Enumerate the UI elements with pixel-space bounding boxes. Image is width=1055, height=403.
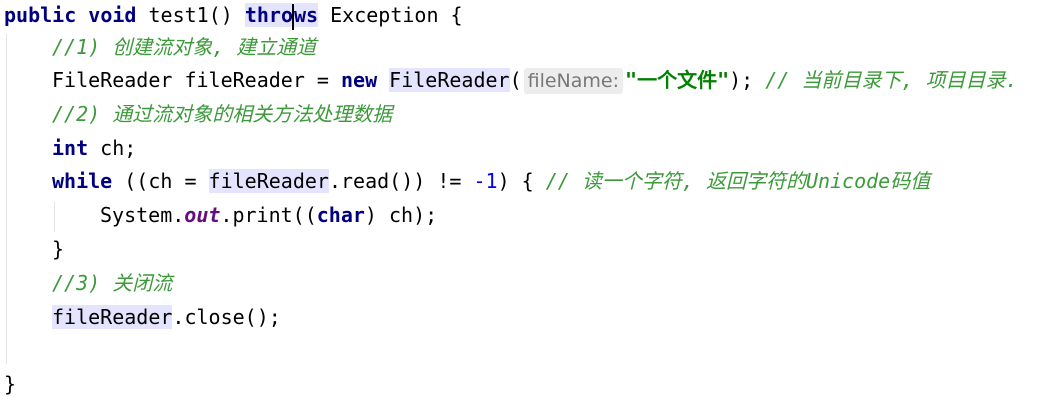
code-text: FileReader fileReader = bbox=[52, 68, 341, 92]
parameter-hint: fileName: bbox=[523, 68, 624, 94]
keyword: char bbox=[316, 203, 365, 227]
class-name-highlighted: FileReader bbox=[389, 68, 510, 92]
keyword: while bbox=[52, 169, 113, 193]
code-text: } bbox=[4, 372, 17, 396]
identifier-highlighted: fileReader bbox=[52, 305, 173, 329]
code-comment: //3) 关闭流 bbox=[52, 271, 173, 295]
keyword-highlighted: thro bbox=[244, 3, 293, 27]
code-editor[interactable]: public void test1() throws Exception { /… bbox=[0, 0, 1055, 401]
number-literal: -1 bbox=[473, 169, 498, 193]
code-text: ((ch = bbox=[112, 169, 209, 193]
code-line-6[interactable]: while ((ch = fileReader.read()) != -1) {… bbox=[52, 166, 930, 200]
code-comment: // 当前目录下, 项目目录. bbox=[765, 68, 1018, 92]
code-text: test1() bbox=[136, 3, 245, 27]
code-line-7[interactable]: System.out.print((char) ch); bbox=[100, 200, 437, 234]
code-line-8[interactable]: } bbox=[52, 234, 64, 268]
code-line-3[interactable]: FileReader fileReader = new FileReader(f… bbox=[52, 65, 1018, 99]
code-text: ) { bbox=[497, 169, 546, 193]
indent-guide-inner bbox=[54, 202, 55, 232]
code-line-5[interactable]: int ch; bbox=[52, 133, 136, 167]
code-text: Exception { bbox=[318, 3, 463, 27]
code-comment: // 读一个字符, 返回字符的Unicode码值 bbox=[545, 169, 931, 193]
code-text: ( bbox=[509, 68, 522, 92]
static-field: out bbox=[184, 203, 221, 227]
code-text: .read()) != bbox=[328, 169, 474, 193]
code-line-4[interactable]: //2) 通过流对象的相关方法处理数据 bbox=[52, 99, 392, 133]
keyword: int bbox=[52, 136, 89, 160]
indent-guide bbox=[6, 34, 7, 364]
code-text: ) ch); bbox=[364, 203, 438, 227]
code-comment: //1) 创建流对象, 建立通道 bbox=[52, 35, 317, 59]
code-text: .print(( bbox=[220, 203, 317, 227]
code-line-9[interactable]: //3) 关闭流 bbox=[52, 268, 172, 302]
code-line-2[interactable]: //1) 创建流对象, 建立通道 bbox=[52, 32, 316, 66]
code-line-10[interactable]: fileReader.close(); bbox=[52, 302, 281, 336]
code-text: ); bbox=[729, 68, 766, 92]
string-literal: "一个文件" bbox=[625, 68, 730, 92]
identifier-highlighted: fileReader bbox=[208, 169, 329, 193]
keyword-highlighted: ws bbox=[294, 3, 319, 27]
code-text: } bbox=[52, 237, 65, 261]
code-line-1[interactable]: public void test1() throws Exception { bbox=[4, 0, 463, 34]
keyword: public void bbox=[4, 3, 137, 27]
code-text: ch; bbox=[88, 136, 137, 160]
code-text: .close(); bbox=[172, 305, 281, 329]
keyword: new bbox=[340, 68, 378, 92]
code-line-12[interactable]: } bbox=[4, 369, 16, 403]
code-comment: //2) 通过流对象的相关方法处理数据 bbox=[52, 102, 393, 126]
code-text: System. bbox=[100, 203, 185, 227]
